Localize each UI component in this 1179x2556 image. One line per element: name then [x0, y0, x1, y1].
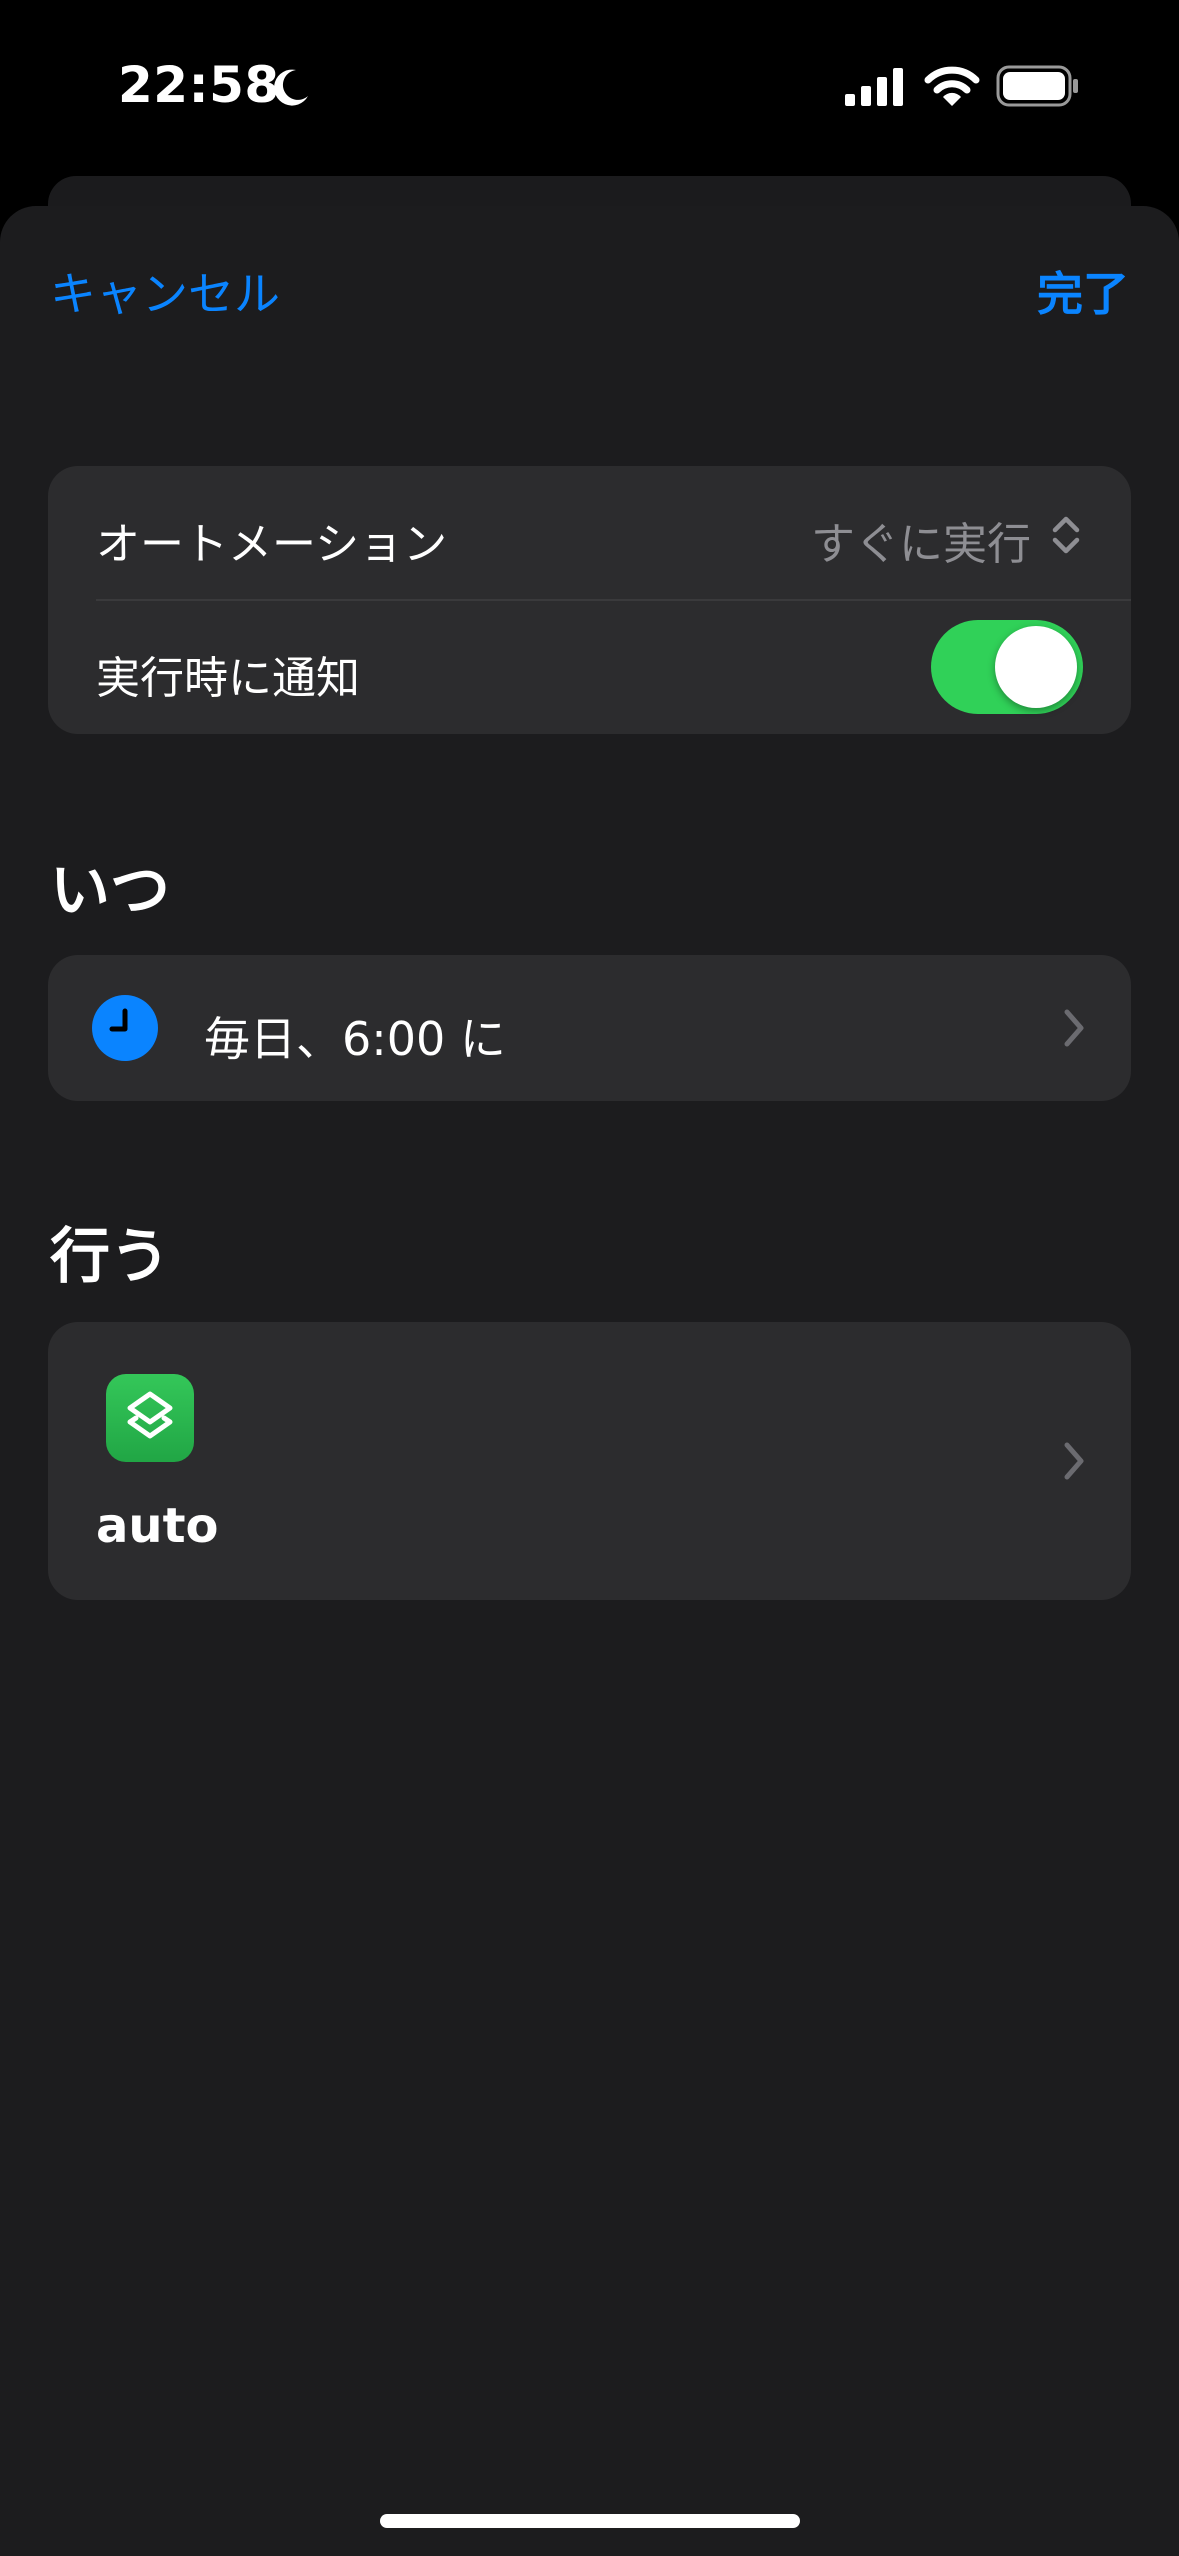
done-button[interactable]: 完了 — [1037, 258, 1129, 324]
automation-mode-row[interactable]: オートメーション すぐに実行 — [48, 466, 1131, 601]
do-section-header: 行う — [50, 1222, 170, 1292]
when-section-header: いつ — [50, 856, 170, 926]
status-time: 22:58 — [118, 56, 280, 114]
cellular-signal-icon — [845, 68, 903, 106]
wifi-icon — [924, 66, 980, 106]
automation-mode-label: オートメーション — [96, 519, 448, 570]
status-bar: 22:58 — [0, 0, 1179, 170]
notify-on-run-label: 実行時に通知 — [96, 653, 360, 704]
moon-icon — [274, 69, 308, 106]
notify-on-run-row: 実行時に通知 — [48, 600, 1131, 734]
shortcuts-app-icon — [106, 1374, 194, 1462]
do-action-row[interactable]: auto — [48, 1322, 1131, 1600]
chevron-up-down-icon — [1052, 516, 1080, 554]
cancel-button[interactable]: キャンセル — [50, 258, 280, 324]
chevron-right-icon — [1064, 1442, 1084, 1480]
automation-mode-value[interactable]: すぐに実行 — [811, 508, 1031, 572]
home-indicator[interactable] — [380, 2514, 800, 2528]
clock-icon — [92, 995, 158, 1061]
toggle-knob — [995, 626, 1077, 708]
when-trigger-row[interactable]: 毎日、6:00 に — [48, 955, 1131, 1101]
battery-icon — [996, 65, 1078, 107]
chevron-right-icon — [1064, 1009, 1084, 1047]
notify-on-run-toggle[interactable] — [931, 620, 1083, 714]
settings-group: オートメーション すぐに実行 実行時に通知 — [48, 466, 1131, 734]
shortcut-name: auto — [96, 1498, 219, 1554]
when-trigger-label: 毎日、6:00 に — [204, 1012, 506, 1066]
